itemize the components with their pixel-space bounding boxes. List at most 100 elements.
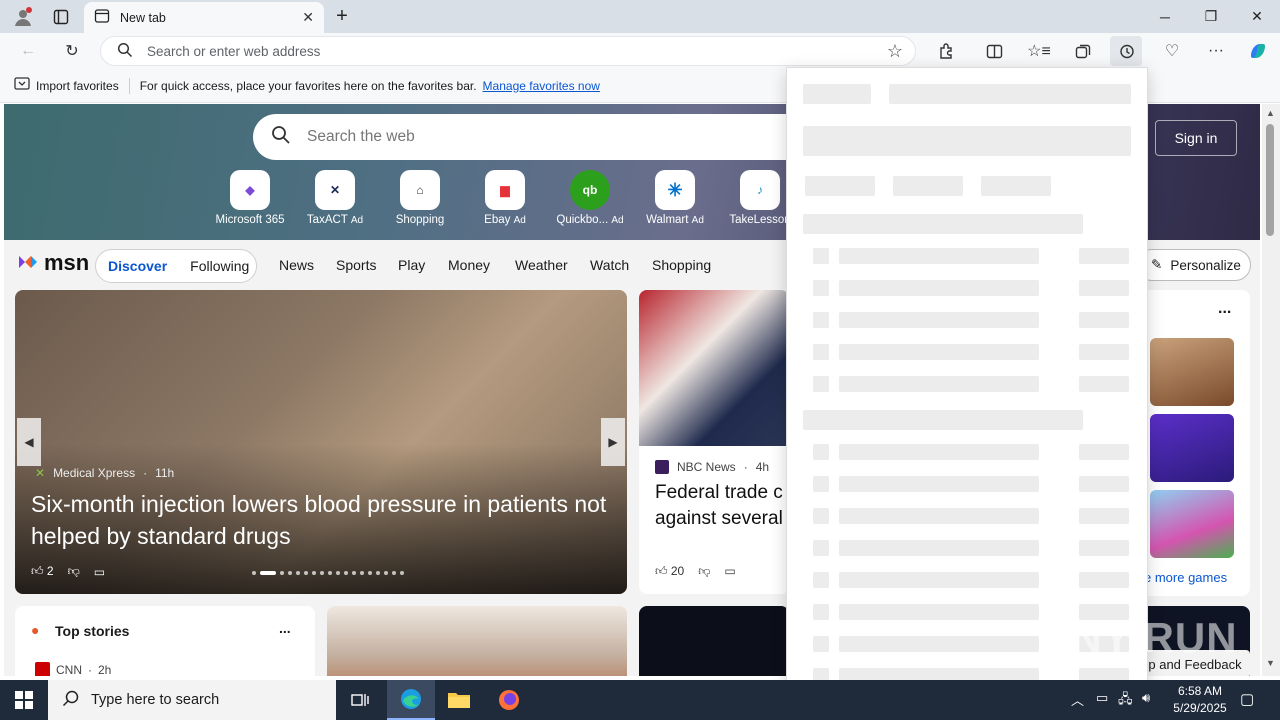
split-screen-icon[interactable] bbox=[978, 36, 1010, 66]
carousel-dot[interactable] bbox=[376, 571, 380, 575]
carousel-dot[interactable] bbox=[400, 571, 404, 575]
nav-shopping[interactable]: Shopping bbox=[652, 257, 711, 273]
nav-weather[interactable]: Weather bbox=[515, 257, 568, 273]
favorites-icon[interactable]: ☆≡ bbox=[1023, 36, 1055, 66]
tab-following[interactable]: Following bbox=[190, 258, 249, 274]
manage-favorites-link[interactable]: Manage favorites now bbox=[483, 79, 600, 93]
dislike-icon[interactable]: 👎︎ bbox=[698, 564, 710, 579]
address-input[interactable]: Search or enter web address bbox=[147, 44, 873, 59]
taskbar-search[interactable]: Type here to search bbox=[48, 680, 336, 720]
quick-link-microsoft-365[interactable]: ◆ Microsoft 365 bbox=[205, 170, 295, 226]
nav-money[interactable]: Money bbox=[448, 257, 490, 273]
hero-story-card[interactable]: ◀ ▶ ✕ Medical Xpress · 11h Six-month inj… bbox=[15, 290, 627, 594]
games-more-button[interactable]: ... bbox=[1218, 300, 1231, 318]
carousel-dot[interactable] bbox=[360, 571, 364, 575]
see-more-games-link[interactable]: e more games bbox=[1144, 570, 1227, 585]
firefox-icon[interactable] bbox=[485, 680, 533, 720]
collections-icon[interactable] bbox=[1067, 36, 1099, 66]
game-thumbnail[interactable] bbox=[1150, 338, 1234, 406]
carousel-dot[interactable] bbox=[320, 571, 324, 575]
carousel-dot[interactable] bbox=[392, 571, 396, 575]
carousel-dot[interactable] bbox=[280, 571, 284, 575]
personalize-button[interactable]: ✎ Personalize bbox=[1136, 249, 1251, 281]
task-view-icon[interactable] bbox=[336, 680, 384, 720]
profile-avatar-icon[interactable] bbox=[10, 4, 36, 30]
game-thumbnail[interactable] bbox=[1150, 414, 1234, 482]
edge-taskbar-icon[interactable] bbox=[387, 680, 435, 720]
extensions-icon[interactable] bbox=[930, 36, 962, 66]
web-search-input[interactable]: Search the web bbox=[307, 128, 415, 146]
quick-link-walmart[interactable]: ✳ Walmart Ad bbox=[630, 170, 720, 226]
carousel-prev-button[interactable]: ◀ bbox=[17, 418, 41, 466]
refresh-icon[interactable]: ↻ bbox=[56, 36, 88, 66]
network-icon[interactable]: 🖧︎ bbox=[1118, 690, 1133, 712]
web-search-box[interactable]: Search the web bbox=[253, 114, 813, 160]
new-tab-button[interactable]: + bbox=[330, 4, 354, 28]
video-story-card[interactable] bbox=[639, 606, 789, 676]
scroll-down-icon[interactable]: ▼ bbox=[1266, 658, 1275, 668]
clock[interactable]: 6:58 AM 5/29/2025 bbox=[1164, 683, 1236, 717]
carousel-dot[interactable] bbox=[304, 571, 308, 575]
tab-new-tab[interactable]: New tab ✕ bbox=[84, 2, 324, 33]
msn-logo[interactable]: msn bbox=[16, 250, 89, 276]
history-icon[interactable] bbox=[1110, 36, 1142, 66]
taskbar-search-input[interactable]: Type here to search bbox=[91, 692, 219, 708]
restore-button[interactable]: ❐ bbox=[1188, 0, 1234, 33]
like-count: 2 bbox=[46, 564, 54, 578]
scroll-up-icon[interactable]: ▲ bbox=[1266, 108, 1275, 118]
carousel-next-button[interactable]: ▶ bbox=[601, 418, 625, 466]
carousel-dot-active[interactable] bbox=[260, 571, 276, 575]
tab-discover[interactable]: Discover bbox=[108, 258, 167, 274]
dislike-icon[interactable]: 👎︎ bbox=[68, 564, 80, 579]
address-bar[interactable]: Search or enter web address ☆ bbox=[100, 36, 916, 66]
carousel-dot[interactable] bbox=[344, 571, 348, 575]
file-explorer-icon[interactable] bbox=[435, 680, 483, 720]
show-hidden-icons[interactable]: ︿ bbox=[1071, 690, 1084, 709]
browser-essentials-icon[interactable]: ♡ bbox=[1156, 36, 1188, 66]
quick-link-taxact[interactable]: ✕ TaxACT Ad bbox=[290, 170, 380, 226]
import-favorites-button[interactable]: Import favorites bbox=[36, 79, 119, 93]
back-icon[interactable]: ← bbox=[12, 36, 44, 66]
comment-icon[interactable]: ▭ bbox=[94, 565, 105, 579]
close-tab-icon[interactable]: ✕ bbox=[302, 9, 314, 26]
nav-sports[interactable]: Sports bbox=[336, 257, 376, 273]
carousel-dot[interactable] bbox=[368, 571, 372, 575]
carousel-dot[interactable] bbox=[336, 571, 340, 575]
carousel-dot[interactable] bbox=[312, 571, 316, 575]
volume-icon[interactable]: 🔊︎ bbox=[1142, 690, 1150, 706]
game-thumbnail[interactable] bbox=[1150, 490, 1234, 558]
scrollbar-thumb[interactable] bbox=[1266, 124, 1274, 236]
story-image-card[interactable] bbox=[327, 606, 627, 676]
like-button[interactable]: 👍︎ 20 bbox=[655, 564, 684, 579]
top-stories-more-button[interactable]: ... bbox=[279, 620, 291, 636]
carousel-dot[interactable] bbox=[352, 571, 356, 575]
carousel-dot[interactable] bbox=[288, 571, 292, 575]
nav-play[interactable]: Play bbox=[398, 257, 425, 273]
favorite-star-icon[interactable]: ☆ bbox=[887, 41, 903, 62]
close-window-button[interactable]: ✕ bbox=[1234, 0, 1280, 33]
news-story-card[interactable]: NBC News · 4h Federal trade c against se… bbox=[639, 290, 789, 594]
quick-link-shopping[interactable]: ⌂ Shopping bbox=[375, 170, 465, 226]
carousel-dot[interactable] bbox=[296, 571, 300, 575]
comment-icon[interactable]: ▭ bbox=[724, 564, 735, 579]
more-options-icon[interactable]: ··· bbox=[1200, 36, 1232, 66]
flame-icon: ● bbox=[31, 622, 40, 638]
device-icon[interactable]: ▭ bbox=[1096, 690, 1108, 706]
quick-link-ebay[interactable]: ▆ Ebay Ad bbox=[460, 170, 550, 226]
like-button[interactable]: 👍︎ 2 bbox=[31, 564, 54, 579]
tab-actions-icon[interactable] bbox=[48, 4, 74, 30]
hero-story-title[interactable]: Six-month injection lowers blood pressur… bbox=[31, 488, 621, 552]
nav-news[interactable]: News bbox=[279, 257, 314, 273]
news-story-title[interactable]: Federal trade c against several bbox=[655, 480, 783, 532]
copilot-icon[interactable] bbox=[1242, 36, 1274, 66]
quick-link-quickbooks[interactable]: qb Quickbo... Ad bbox=[545, 170, 635, 226]
sign-in-button[interactable]: Sign in bbox=[1155, 120, 1237, 156]
carousel-dot[interactable] bbox=[328, 571, 332, 575]
notifications-icon[interactable]: ▢ bbox=[1240, 690, 1254, 708]
carousel-dot[interactable] bbox=[384, 571, 388, 575]
carousel-dot[interactable] bbox=[252, 571, 256, 575]
start-button[interactable] bbox=[0, 680, 48, 720]
nav-watch[interactable]: Watch bbox=[590, 257, 629, 273]
page-scrollbar[interactable]: ▲ ▼ bbox=[1262, 104, 1280, 676]
minimize-button[interactable]: ─ bbox=[1142, 0, 1188, 33]
